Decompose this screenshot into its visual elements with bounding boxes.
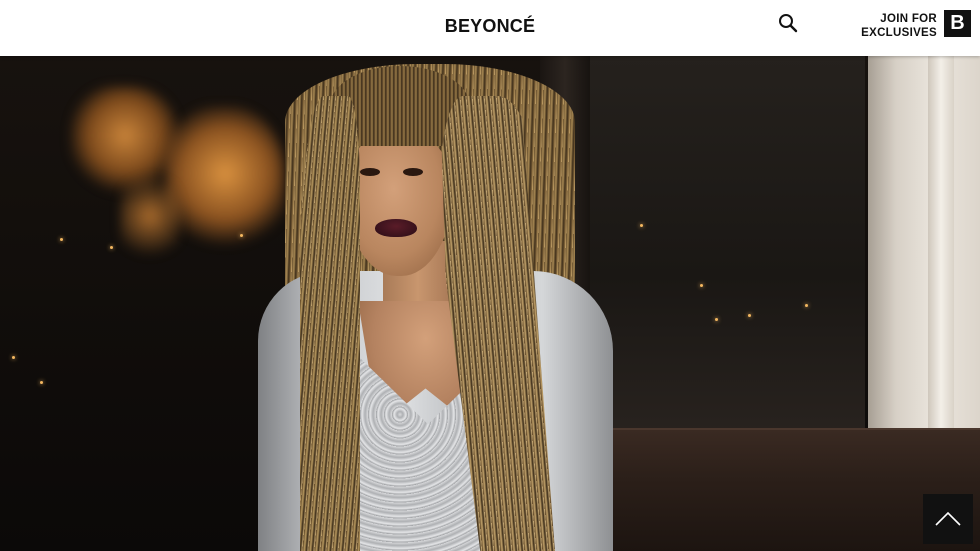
eye [403,168,423,176]
site-header: BEYONCÉ JOIN FOR EXCLUSIVES B [0,0,980,56]
b-badge-logo[interactable]: B [944,10,971,37]
join-exclusives-link[interactable]: JOIN FOR EXCLUSIVES [861,12,937,40]
page: BEYONCÉ JOIN FOR EXCLUSIVES B [0,0,980,551]
city-light [240,234,243,237]
chevron-up-icon [935,511,961,526]
lit-tree [120,166,180,266]
search-icon [779,14,798,33]
city-light [700,284,703,287]
city-light [40,381,43,384]
eye [360,168,380,176]
site-logo[interactable]: BEYONCÉ [0,16,980,37]
lips [375,219,417,237]
city-light [12,356,15,359]
city-light [640,224,643,227]
hair-strands-left [300,96,360,551]
city-light [110,246,113,249]
hero-photo [0,56,980,551]
city-light [715,318,718,321]
logo-text[interactable]: BEYONCÉ [445,16,535,37]
join-line-2: EXCLUSIVES [861,27,937,39]
city-light [805,304,808,307]
join-line-1: JOIN FOR [880,13,937,25]
window [575,56,865,456]
lit-tree [165,106,285,256]
city-light [60,238,63,241]
search-button[interactable] [776,11,800,35]
back-to-top-button[interactable] [923,494,973,544]
city-light [748,314,751,317]
